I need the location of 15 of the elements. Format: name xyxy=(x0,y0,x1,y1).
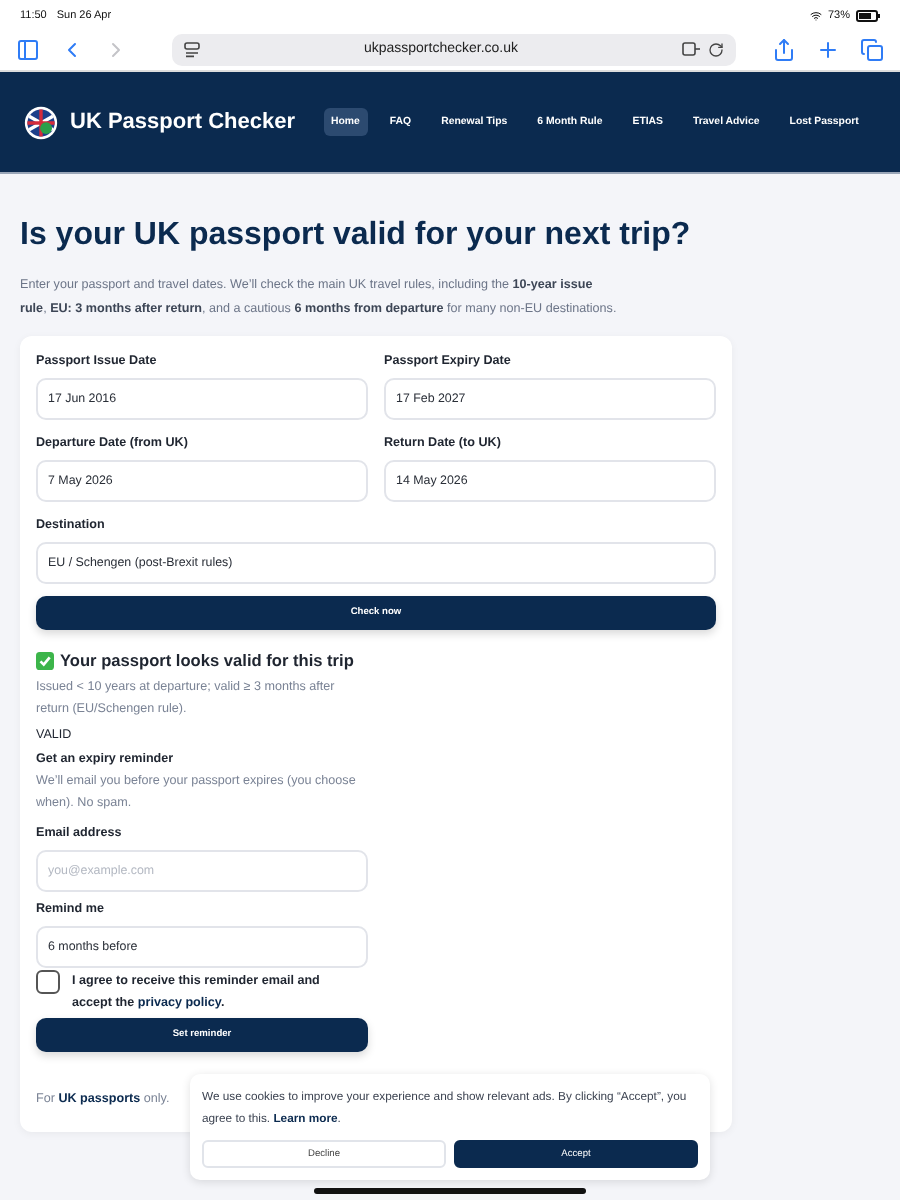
consent-checkbox[interactable] xyxy=(36,970,60,994)
globe-logo-icon xyxy=(24,105,58,139)
result-title: Your passport looks valid for this trip xyxy=(60,650,354,670)
share-icon[interactable] xyxy=(772,37,796,61)
site-brand[interactable]: UK Passport Checker xyxy=(70,110,295,134)
reader-icon[interactable] xyxy=(681,42,700,56)
page-title: Is your UK passport valid for your next trip? xyxy=(20,218,693,254)
reload-icon[interactable] xyxy=(707,41,724,57)
new-tab-icon[interactable] xyxy=(816,37,840,61)
page-menu-icon[interactable] xyxy=(184,41,200,57)
sidebar-icon[interactable] xyxy=(16,37,40,61)
check-mark-icon xyxy=(36,651,54,669)
battery-icon xyxy=(856,10,880,22)
tabs-icon[interactable] xyxy=(860,37,884,61)
wifi-icon xyxy=(809,10,822,22)
